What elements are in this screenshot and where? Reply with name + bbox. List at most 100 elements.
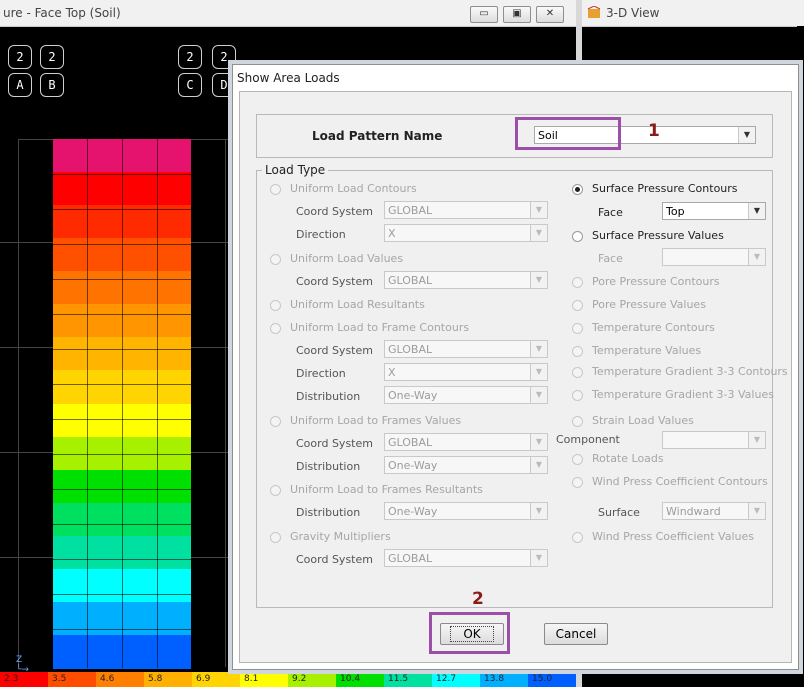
wind-press-contours-radio[interactable] [572, 477, 583, 488]
distribution-value: One-Way [388, 389, 438, 402]
close-button[interactable]: ✕ [536, 6, 564, 23]
legend-value: 13.8 [484, 674, 505, 684]
temperature-gradient-contours-radio[interactable] [572, 367, 583, 378]
temperature-values-radio[interactable] [572, 346, 583, 357]
direction-label: Direction [296, 228, 346, 241]
chevron-down-icon[interactable]: ▼ [530, 387, 547, 403]
distribution-dropdown[interactable]: One-Way ▼ [384, 456, 548, 474]
strain-load-values-radio[interactable] [572, 416, 583, 427]
mesh-line [53, 524, 191, 525]
contour-legend-bar: 2.3 3.5 4.6 5.8 6.9 8.1 9.2 10.4 11.5 12.7 13.8 15.… [0, 672, 576, 687]
surface-pressure-values-label: Surface Pressure Values [592, 229, 724, 242]
chevron-down-icon[interactable]: ▼ [530, 434, 547, 450]
surface-dropdown[interactable]: Windward ▼ [662, 502, 766, 520]
chevron-down-icon[interactable]: ▼ [748, 432, 765, 448]
distribution-dropdown[interactable]: One-Way ▼ [384, 502, 548, 520]
coord-system-dropdown[interactable]: GLOBAL ▼ [384, 340, 548, 358]
wind-press-values-label: Wind Press Coefficient Values [592, 530, 754, 543]
chevron-down-icon[interactable]: ▼ [530, 364, 547, 380]
temperature-contours-radio[interactable] [572, 323, 583, 334]
rotate-loads-radio[interactable] [572, 454, 583, 465]
direction-dropdown[interactable]: X ▼ [384, 363, 548, 381]
uniform-load-frames-values-label: Uniform Load to Frames Values [290, 414, 462, 427]
surface-pressure-contours-radio[interactable] [572, 184, 583, 195]
gravity-multipliers-radio[interactable] [270, 532, 281, 543]
wind-press-contours-label: Wind Press Coefficient Contours [592, 475, 768, 488]
load-pattern-highlight [515, 117, 621, 150]
chevron-down-icon[interactable]: ▼ [530, 457, 547, 473]
direction-dropdown[interactable]: X ▼ [384, 224, 548, 242]
mesh-line [53, 314, 191, 315]
surface-value: Windward [666, 505, 721, 518]
legend-segment: 15.0 [528, 672, 576, 687]
legend-segment: 9.2 [288, 672, 336, 687]
surface-pressure-values-radio[interactable] [572, 231, 583, 242]
chevron-down-icon[interactable]: ▼ [748, 203, 765, 219]
face-dropdown[interactable]: Top ▼ [662, 202, 766, 220]
uniform-load-contours-radio[interactable] [270, 184, 281, 195]
coord-system-dropdown[interactable]: GLOBAL ▼ [384, 271, 548, 289]
uniform-load-values-radio[interactable] [270, 254, 281, 265]
uniform-load-resultants-label: Uniform Load Resultants [290, 298, 425, 311]
chevron-down-icon[interactable]: ▼ [530, 225, 547, 241]
uniform-load-frame-contours-radio[interactable] [270, 323, 281, 334]
chevron-down-icon[interactable]: ▼ [748, 503, 765, 519]
face-label: Face [598, 252, 623, 265]
view-window-title: ure - Face Top (Soil) [3, 6, 121, 20]
legend-segment: 5.8 [144, 672, 192, 687]
chevron-down-icon[interactable]: ▼ [738, 127, 755, 143]
coord-system-dropdown[interactable]: GLOBAL ▼ [384, 433, 548, 451]
distribution-label: Distribution [296, 460, 361, 473]
mesh-line [122, 139, 123, 668]
coord-system-label: Coord System [296, 275, 373, 288]
chevron-down-icon[interactable]: ▼ [530, 341, 547, 357]
chevron-down-icon[interactable]: ▼ [530, 202, 547, 218]
face-dropdown-disabled[interactable]: ▼ [662, 248, 766, 266]
show-area-loads-dialog: Show Area Loads Load Pattern Name Soil ▼… [232, 64, 799, 670]
temperature-gradient-values-radio[interactable] [572, 390, 583, 401]
mesh-line [53, 559, 191, 560]
coord-system-dropdown[interactable]: GLOBAL ▼ [384, 201, 548, 219]
wind-press-values-radio[interactable] [572, 532, 583, 543]
legend-segment: 3.5 [48, 672, 96, 687]
legend-segment: 13.8 [480, 672, 528, 687]
cancel-button[interactable]: Cancel [544, 623, 608, 645]
ok-button-highlight [429, 612, 510, 654]
legend-value: 15.0 [532, 674, 553, 684]
chevron-down-icon[interactable]: ▼ [748, 249, 765, 265]
uniform-load-values-label: Uniform Load Values [290, 252, 404, 265]
grid-bubble: 2 [8, 45, 32, 69]
legend-value: 5.8 [148, 674, 163, 684]
legend-segment: 10.4 [336, 672, 384, 687]
coord-system-label: Coord System [296, 437, 373, 450]
uniform-load-frames-values-radio[interactable] [270, 416, 281, 427]
distribution-label: Distribution [296, 506, 361, 519]
view-window-titlebar: ure - Face Top (Soil) ▭ ▣ ✕ [0, 0, 576, 27]
legend-value: 6.9 [196, 674, 211, 684]
restore-button[interactable]: ▣ [503, 6, 531, 23]
coord-system-value: GLOBAL [388, 552, 433, 565]
grid-bubble: C [178, 73, 202, 97]
coord-system-dropdown[interactable]: GLOBAL ▼ [384, 549, 548, 567]
chevron-down-icon[interactable]: ▼ [530, 550, 547, 566]
distribution-value: One-Way [388, 459, 438, 472]
legend-value: 10.4 [340, 674, 361, 684]
uniform-load-resultants-radio[interactable] [270, 300, 281, 311]
pore-pressure-values-radio[interactable] [572, 300, 583, 311]
minimize-button[interactable]: ▭ [470, 6, 498, 23]
component-dropdown[interactable]: ▼ [662, 431, 766, 449]
distribution-dropdown[interactable]: One-Way ▼ [384, 386, 548, 404]
mesh-line [53, 349, 191, 350]
surface-pressure-contours-label: Surface Pressure Contours [592, 182, 738, 195]
load-type-legend: Load Type [262, 163, 329, 177]
coord-system-label: Coord System [296, 205, 373, 218]
pore-pressure-contours-radio[interactable] [572, 277, 583, 288]
chevron-down-icon[interactable]: ▼ [530, 272, 547, 288]
mesh-line [53, 244, 191, 245]
legend-segment: 12.7 [432, 672, 480, 687]
direction-value: X [388, 227, 396, 240]
chevron-down-icon[interactable]: ▼ [530, 503, 547, 519]
rotate-loads-label: Rotate Loads [592, 452, 664, 465]
gravity-multipliers-label: Gravity Multipliers [290, 530, 391, 543]
uniform-load-frames-resultants-radio[interactable] [270, 485, 281, 496]
